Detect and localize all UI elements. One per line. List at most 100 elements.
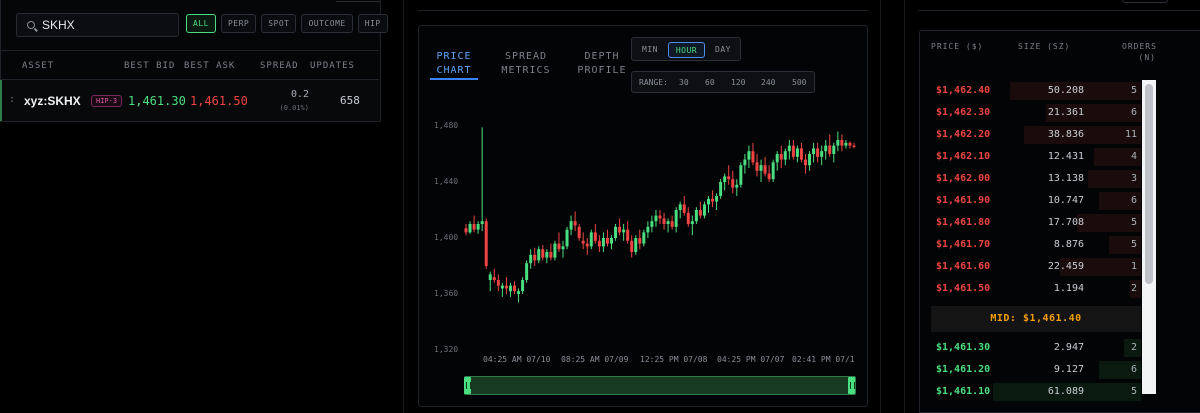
search-box[interactable]: [16, 13, 179, 37]
candle: [517, 288, 521, 303]
filter-outcome-button[interactable]: OUTCOME: [301, 14, 353, 33]
candle-body: [581, 240, 585, 244]
candlestick-chart[interactable]: [460, 110, 860, 310]
candle-body: [634, 238, 638, 252]
bid-row[interactable]: $1,461.20 9.127 6: [929, 359, 1141, 381]
candle: [844, 140, 848, 149]
candle-body: [820, 151, 824, 157]
bid-row[interactable]: $1,461.30 2.947 2: [929, 337, 1141, 359]
candle-body: [658, 215, 662, 219]
tab-label-line2: CHART: [436, 65, 472, 76]
ask-size: 22.459: [1047, 261, 1084, 272]
candle-body: [496, 280, 500, 286]
candle-body: [480, 221, 484, 224]
filter-hip-button[interactable]: HIP: [357, 14, 388, 33]
candle-body: [674, 210, 678, 227]
candle-body: [472, 224, 476, 230]
candle: [589, 229, 593, 250]
candle: [747, 145, 751, 168]
ask-row[interactable]: $1,461.80 17.708 5: [929, 212, 1141, 234]
scrollbar-thumb[interactable]: [1145, 84, 1153, 284]
ask-row[interactable]: $1,462.10 12.431 4: [929, 146, 1141, 168]
search-input[interactable]: [42, 18, 162, 32]
tab-label-line1: SPREAD: [504, 51, 548, 62]
candle: [610, 235, 613, 250]
ask-row[interactable]: $1,461.70 8.876 5: [929, 234, 1141, 256]
candle-body: [561, 246, 565, 250]
interval-hour-button[interactable]: HOUR: [668, 42, 705, 58]
candle-body: [775, 154, 779, 163]
candle-body: [662, 218, 666, 224]
col-spread[interactable]: SPREAD: [260, 61, 299, 71]
candle: [824, 140, 828, 160]
range-30-button[interactable]: 30: [679, 78, 689, 87]
range-60-button[interactable]: 60: [705, 78, 715, 87]
col-best-bid[interactable]: BEST BID: [124, 61, 175, 71]
drag-handle-icon[interactable]: :: [9, 94, 15, 105]
table-row[interactable]: : xyz:SKHX HIP-3 1,461.30 1,461.50 0.2 (…: [0, 80, 379, 121]
tab-depth-profile[interactable]: DEPTH PROFILE: [576, 50, 628, 78]
ask-orders: 4: [1130, 151, 1137, 162]
candle-body: [618, 226, 622, 233]
candle-body: [682, 204, 686, 213]
candle: [755, 154, 759, 177]
interval-day-button[interactable]: DAY: [708, 42, 738, 58]
candle-body: [767, 173, 771, 180]
candle: [464, 224, 468, 236]
candle: [537, 246, 541, 264]
candle: [759, 159, 763, 182]
range-240-button[interactable]: 240: [761, 78, 775, 87]
ask-row[interactable]: $1,461.60 22.459 1: [929, 256, 1141, 278]
interval-min-button[interactable]: MIN: [635, 42, 665, 58]
filter-all-button[interactable]: ALL: [186, 14, 216, 33]
col-best-ask[interactable]: BEST ASK: [184, 61, 235, 71]
candle: [565, 226, 569, 250]
range-scrubber[interactable]: [464, 376, 856, 395]
bid-size: 2.947: [1053, 342, 1084, 353]
scrubber-right-handle[interactable]: [848, 377, 855, 394]
candle-body: [585, 243, 589, 247]
col-asset[interactable]: ASSET: [22, 61, 54, 71]
candle-body: [557, 243, 561, 250]
col-updates[interactable]: UPDATES: [310, 61, 355, 71]
candle: [820, 145, 824, 166]
candle-body: [565, 229, 569, 247]
y-tick-label: 1,360: [434, 289, 459, 298]
candle: [529, 249, 533, 269]
candle: [508, 282, 512, 297]
range-120-button[interactable]: 120: [731, 78, 745, 87]
candle: [646, 221, 650, 238]
candle: [735, 179, 739, 196]
candle-body: [812, 148, 816, 154]
candle-body: [702, 204, 706, 216]
filter-spot-button[interactable]: SPOT: [261, 14, 297, 33]
y-tick-label: 1,320: [434, 345, 459, 354]
candle-body: [723, 176, 727, 182]
tab-spread-metrics[interactable]: SPREAD METRICS: [498, 50, 554, 78]
bid-row[interactable]: $1,461.10 61.089 5: [929, 381, 1141, 403]
candle-body: [808, 154, 812, 166]
candle-body: [763, 165, 767, 174]
candle: [553, 240, 557, 261]
ask-size: 21.361: [1047, 107, 1084, 118]
ask-row[interactable]: $1,461.90 10.747 6: [929, 190, 1141, 212]
candle-body: [626, 229, 630, 241]
range-500-button[interactable]: 500: [792, 78, 806, 87]
bid-size: 9.127: [1053, 364, 1084, 375]
ask-row[interactable]: $1,461.50 1.194 2: [929, 278, 1141, 300]
scrubber-left-handle[interactable]: [464, 377, 471, 394]
panel-top-button[interactable]: [336, 0, 380, 2]
candle: [727, 165, 731, 185]
ask-orders: 1: [1130, 261, 1137, 272]
candle-body: [787, 145, 791, 152]
candle-body: [605, 238, 609, 244]
candle: [476, 221, 480, 234]
divider: [418, 10, 868, 11]
ask-row[interactable]: $1,462.00 13.138 3: [929, 168, 1141, 190]
filter-perp-button[interactable]: PERP: [220, 14, 257, 33]
tab-price-chart[interactable]: PRICE CHART: [430, 50, 478, 78]
ask-row[interactable]: $1,462.20 38.836 11: [929, 124, 1141, 146]
ask-row[interactable]: $1,462.40 50.208 5: [929, 80, 1141, 102]
panel-top-button[interactable]: [1122, 0, 1168, 3]
ask-row[interactable]: $1,462.30 21.361 6: [929, 102, 1141, 124]
